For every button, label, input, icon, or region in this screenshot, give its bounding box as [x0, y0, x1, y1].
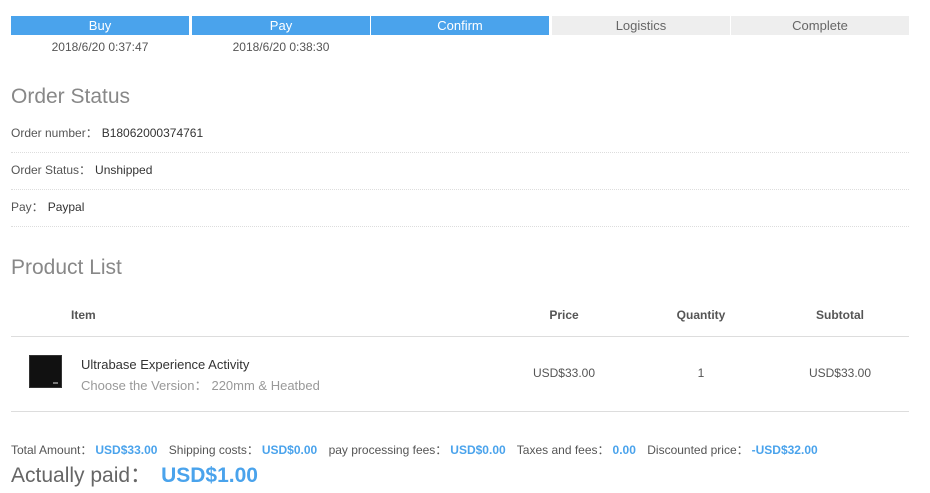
- order-status-value: Unshipped: [95, 163, 153, 177]
- order-status-title: Order Status: [11, 85, 131, 108]
- discount-label: Discounted price：: [647, 443, 749, 457]
- product-variant-label: Choose the Version：: [81, 378, 208, 393]
- taxes-value: 0.00: [612, 443, 636, 457]
- order-number-label: Order number：: [11, 126, 98, 140]
- step-buy: Buy: [11, 16, 189, 35]
- step-confirm: Confirm: [371, 16, 549, 35]
- pay-method-label: Pay：: [11, 200, 44, 214]
- product-variant-value: 220mm & Heatbed: [211, 378, 320, 393]
- column-quantity: Quantity: [676, 308, 726, 322]
- column-item: Item: [71, 308, 96, 322]
- taxes-label: Taxes and fees：: [516, 443, 610, 457]
- total-amount-value: USD$33.00: [95, 443, 158, 457]
- order-totals: Total Amount： USD$33.00 Shipping costs： US…: [11, 441, 826, 458]
- step-pay-time: 2018/6/20 0:38:30: [232, 40, 330, 54]
- product-name-link[interactable]: Ultrabase Experience Activity: [81, 357, 249, 372]
- step-pay: Pay: [192, 16, 370, 35]
- product-thumbnail[interactable]: [29, 355, 62, 388]
- actually-paid-value: USD$1.00: [161, 464, 258, 487]
- order-status-label: Order Status：: [11, 163, 92, 177]
- actually-paid: Actually paid： USD$1.00: [11, 459, 258, 489]
- shipping-value: USD$0.00: [261, 443, 318, 457]
- order-number-value: B18062000374761: [101, 126, 204, 140]
- actually-paid-label: Actually paid：: [11, 464, 152, 487]
- step-complete: Complete: [731, 16, 909, 35]
- product-subtotal: USD$33.00: [808, 366, 872, 380]
- column-price: Price: [549, 308, 579, 322]
- pay-method-row: Pay： Paypal: [11, 189, 909, 227]
- product-list-title: Product List: [11, 256, 122, 279]
- processing-fee-value: USD$0.00: [450, 443, 506, 457]
- product-price: USD$33.00: [532, 366, 596, 380]
- column-subtotal: Subtotal: [816, 308, 864, 322]
- shipping-label: Shipping costs：: [168, 443, 259, 457]
- table-header-divider: [11, 336, 909, 337]
- product-quantity: 1: [697, 366, 705, 380]
- pay-method-value: Paypal: [47, 200, 85, 214]
- table-bottom-divider: [11, 411, 909, 412]
- total-amount-label: Total Amount：: [11, 443, 93, 457]
- order-progress-bar: Buy Pay Confirm Logistics Complete: [11, 16, 909, 35]
- product-variant: Choose the Version： 220mm & Heatbed: [81, 375, 320, 394]
- order-status-row: Order Status： Unshipped: [11, 152, 909, 190]
- processing-fee-label: pay processing fees：: [328, 443, 448, 457]
- step-logistics: Logistics: [552, 16, 730, 35]
- order-number-row: Order number： B18062000374761: [11, 115, 909, 153]
- discount-value: -USD$32.00: [751, 443, 818, 457]
- step-buy-time: 2018/6/20 0:37:47: [51, 40, 149, 54]
